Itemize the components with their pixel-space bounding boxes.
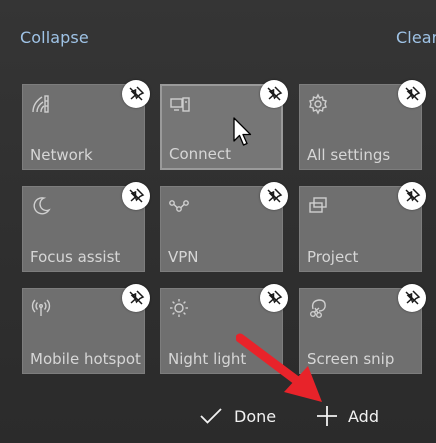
tile-label: VPN bbox=[168, 248, 199, 266]
unpin-focus-assist-button[interactable] bbox=[122, 182, 150, 210]
tile-label: Network bbox=[30, 146, 93, 164]
plus-icon bbox=[316, 405, 338, 427]
collapse-link[interactable]: Collapse bbox=[20, 28, 89, 47]
vpn-icon bbox=[168, 195, 190, 217]
add-button[interactable]: Add bbox=[316, 402, 379, 430]
unpin-icon bbox=[127, 289, 145, 307]
unpin-all-settings-button[interactable] bbox=[398, 80, 426, 108]
unpin-vpn-button[interactable] bbox=[260, 182, 288, 210]
action-center-panel: Collapse Clear Network Connect All setti… bbox=[0, 0, 436, 443]
unpin-screen-snip-button[interactable] bbox=[398, 284, 426, 312]
moon-icon bbox=[30, 195, 52, 217]
checkmark-icon bbox=[200, 407, 222, 425]
unpin-project-button[interactable] bbox=[398, 182, 426, 210]
snip-icon bbox=[307, 297, 329, 319]
tile-label: Night light bbox=[168, 350, 247, 368]
add-label: Add bbox=[348, 406, 379, 426]
unpin-icon bbox=[265, 289, 283, 307]
gear-icon bbox=[307, 93, 329, 115]
connect-icon bbox=[169, 94, 191, 116]
tile-label: All settings bbox=[307, 146, 391, 164]
unpin-icon bbox=[127, 187, 145, 205]
done-label: Done bbox=[234, 406, 277, 426]
unpin-connect-button[interactable] bbox=[260, 80, 288, 108]
hotspot-icon bbox=[30, 297, 52, 319]
tile-label: Connect bbox=[169, 145, 232, 163]
sun-icon bbox=[168, 297, 190, 319]
unpin-mobile-hotspot-button[interactable] bbox=[122, 284, 150, 312]
mouse-cursor-icon bbox=[232, 117, 254, 147]
tile-label: Mobile hotspot bbox=[30, 350, 141, 368]
unpin-icon bbox=[403, 85, 421, 103]
unpin-icon bbox=[265, 85, 283, 103]
unpin-night-light-button[interactable] bbox=[260, 284, 288, 312]
annotation-arrow-icon bbox=[235, 330, 326, 410]
unpin-icon bbox=[403, 289, 421, 307]
network-icon bbox=[30, 93, 52, 115]
unpin-network-button[interactable] bbox=[122, 80, 150, 108]
tile-label: Focus assist bbox=[30, 248, 121, 266]
project-icon bbox=[307, 195, 329, 217]
unpin-icon bbox=[403, 187, 421, 205]
tile-label: Project bbox=[307, 248, 359, 266]
clear-link[interactable]: Clear bbox=[396, 28, 436, 47]
unpin-icon bbox=[265, 187, 283, 205]
done-button[interactable]: Done bbox=[200, 402, 276, 430]
unpin-icon bbox=[127, 85, 145, 103]
